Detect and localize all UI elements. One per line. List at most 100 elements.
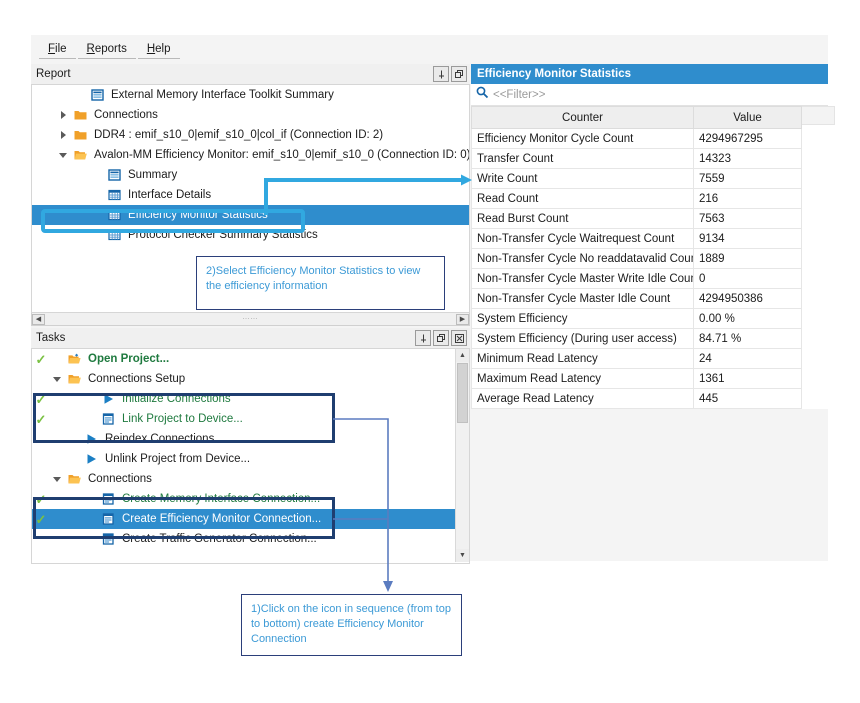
report-tree-item[interactable]: External Memory Interface Toolkit Summar… [32, 85, 469, 105]
cell-value: 7559 [693, 168, 802, 189]
report-tree-item[interactable]: Summary [32, 165, 469, 185]
chevron-down-icon[interactable] [59, 150, 70, 161]
table-row[interactable]: Read Burst Count 7563 [471, 208, 802, 229]
cell-counter: Non-Transfer Cycle Master Idle Count [471, 288, 694, 309]
table-row[interactable]: Non-Transfer Cycle Waitrequest Count 9134 [471, 228, 802, 249]
scroll-left-icon[interactable]: ◀ [32, 313, 45, 325]
report-panel-buttons [433, 66, 467, 82]
menu-item-file[interactable]: File [39, 40, 76, 59]
stats-table: Counter Value Efficiency Monitor Cycle C… [471, 106, 802, 409]
table-row[interactable]: Non-Transfer Cycle Master Idle Count 4294… [471, 288, 802, 309]
scroll-down-icon[interactable]: ▼ [456, 549, 469, 562]
cell-counter: Transfer Count [471, 148, 694, 169]
summary-icon [91, 88, 105, 102]
folder-open-icon [68, 373, 82, 386]
cell-value: 84.71 % [693, 328, 802, 349]
cell-counter: Minimum Read Latency [471, 348, 694, 369]
pin-icon[interactable] [415, 330, 431, 346]
report-tree-item[interactable]: DDR4 : emif_s10_0|emif_s10_0|col_if (Con… [32, 125, 469, 145]
cell-value: 9134 [693, 228, 802, 249]
stats-header-row: Counter Value [471, 106, 802, 129]
cell-counter: Non-Transfer Cycle No readdatavalid Coun… [471, 248, 694, 269]
splitter-grip[interactable]: ⋯⋯ [243, 315, 259, 323]
scroll-right-icon[interactable]: ▶ [456, 313, 469, 325]
table-row[interactable]: Average Read Latency 445 [471, 388, 802, 409]
tasks-panel-buttons [415, 330, 467, 346]
table-row[interactable]: Minimum Read Latency 24 [471, 348, 802, 369]
chevron-right-icon[interactable] [59, 110, 70, 121]
report-tree-item[interactable]: Interface Details [32, 185, 469, 205]
cell-value: 14323 [693, 148, 802, 169]
pin-icon[interactable] [433, 66, 449, 82]
menu-item-help[interactable]: Help [137, 40, 180, 59]
restore-icon[interactable] [433, 330, 449, 346]
tasks-vertical-scrollbar[interactable]: ▲ ▼ [455, 349, 469, 562]
task-item[interactable]: Connections [32, 469, 469, 489]
search-icon [476, 86, 489, 104]
stats-table-wrapper: Counter Value Efficiency Monitor Cycle C… [471, 106, 835, 409]
cell-value: 4294967295 [693, 128, 802, 149]
table-row[interactable]: System Efficiency (During user access) 84… [471, 328, 802, 349]
cell-counter: System Efficiency [471, 308, 694, 329]
report-tree-item-label: DDR4 : emif_s10_0|emif_s10_0|col_if (Con… [94, 129, 384, 141]
table-row[interactable]: Non-Transfer Cycle Master Write Idle Cou… [471, 268, 802, 289]
filter-bar[interactable]: <<Filter>> [471, 84, 828, 106]
stats-panel-title: Efficiency Monitor Statistics [471, 64, 828, 84]
cell-counter: Non-Transfer Cycle Waitrequest Count [471, 228, 694, 249]
cell-value: 216 [693, 188, 802, 209]
task-item[interactable]: Connections Setup [32, 369, 469, 389]
column-header-filler [802, 106, 835, 125]
task-item[interactable]: ✓ Open Project... [32, 349, 469, 369]
table-row[interactable]: Efficiency Monitor Cycle Count 4294967295 [471, 128, 802, 149]
column-header-counter[interactable]: Counter [471, 106, 694, 129]
screenshot-root: File Reports Help Report External Memory… [0, 0, 860, 703]
cell-value: 0.00 % [693, 308, 802, 329]
report-panel-title: Report [36, 68, 71, 80]
table-row[interactable]: Non-Transfer Cycle No readdatavalid Coun… [471, 248, 802, 269]
highlight-initialize-and-link [33, 393, 335, 443]
report-horizontal-scrollbar[interactable]: ◀ ⋯⋯ ▶ [31, 313, 470, 326]
chevron-down-icon[interactable] [53, 374, 64, 385]
cell-value: 1889 [693, 248, 802, 269]
cell-value: 0 [693, 268, 802, 289]
highlight-efficiency-monitor-statistics [41, 209, 305, 233]
table-row[interactable]: Write Count 7559 [471, 168, 802, 189]
cell-counter: Non-Transfer Cycle Master Write Idle Cou… [471, 268, 694, 289]
cell-value: 4294950386 [693, 288, 802, 309]
chevron-right-icon[interactable] [59, 130, 70, 141]
filter-input[interactable]: <<Filter>> [493, 89, 545, 101]
right-column: Efficiency Monitor Statistics <<Filter>>… [471, 64, 835, 561]
left-column: Report External Memory Interface Toolkit… [31, 64, 470, 564]
callout-step-2: 2)Select Efficiency Monitor Statistics t… [196, 256, 445, 310]
check-icon: ✓ [35, 351, 47, 367]
restore-icon[interactable] [451, 66, 467, 82]
summary-icon [108, 168, 122, 182]
table-row[interactable]: Transfer Count 14323 [471, 148, 802, 169]
task-item-label: Unlink Project from Device... [105, 453, 251, 465]
cell-value: 7563 [693, 208, 802, 229]
stats-table-filler [802, 106, 835, 125]
report-panel-header: Report [31, 64, 470, 85]
report-tree-item[interactable]: Avalon-MM Efficiency Monitor: emif_s10_0… [32, 145, 469, 165]
highlight-create-connections [33, 497, 335, 539]
task-item-label: Connections Setup [88, 373, 186, 385]
menu-item-reports[interactable]: Reports [77, 40, 136, 59]
scrollbar-thumb[interactable] [457, 363, 468, 423]
table-row[interactable]: System Efficiency 0.00 % [471, 308, 802, 329]
chevron-down-icon[interactable] [53, 474, 64, 485]
tasks-panel-title: Tasks [36, 332, 66, 344]
callout-step-1: 1)Click on the icon in sequence (from to… [241, 594, 462, 656]
run-icon [85, 453, 99, 466]
table-row[interactable]: Maximum Read Latency 1361 [471, 368, 802, 389]
menu-bar: File Reports Help [31, 35, 828, 63]
task-item[interactable]: Unlink Project from Device... [32, 449, 469, 469]
scroll-up-icon[interactable]: ▲ [456, 349, 469, 362]
cell-value: 1361 [693, 368, 802, 389]
close-icon[interactable] [451, 330, 467, 346]
table-row[interactable]: Read Count 216 [471, 188, 802, 209]
report-tree-item[interactable]: Connections [32, 105, 469, 125]
column-header-value[interactable]: Value [693, 106, 802, 129]
